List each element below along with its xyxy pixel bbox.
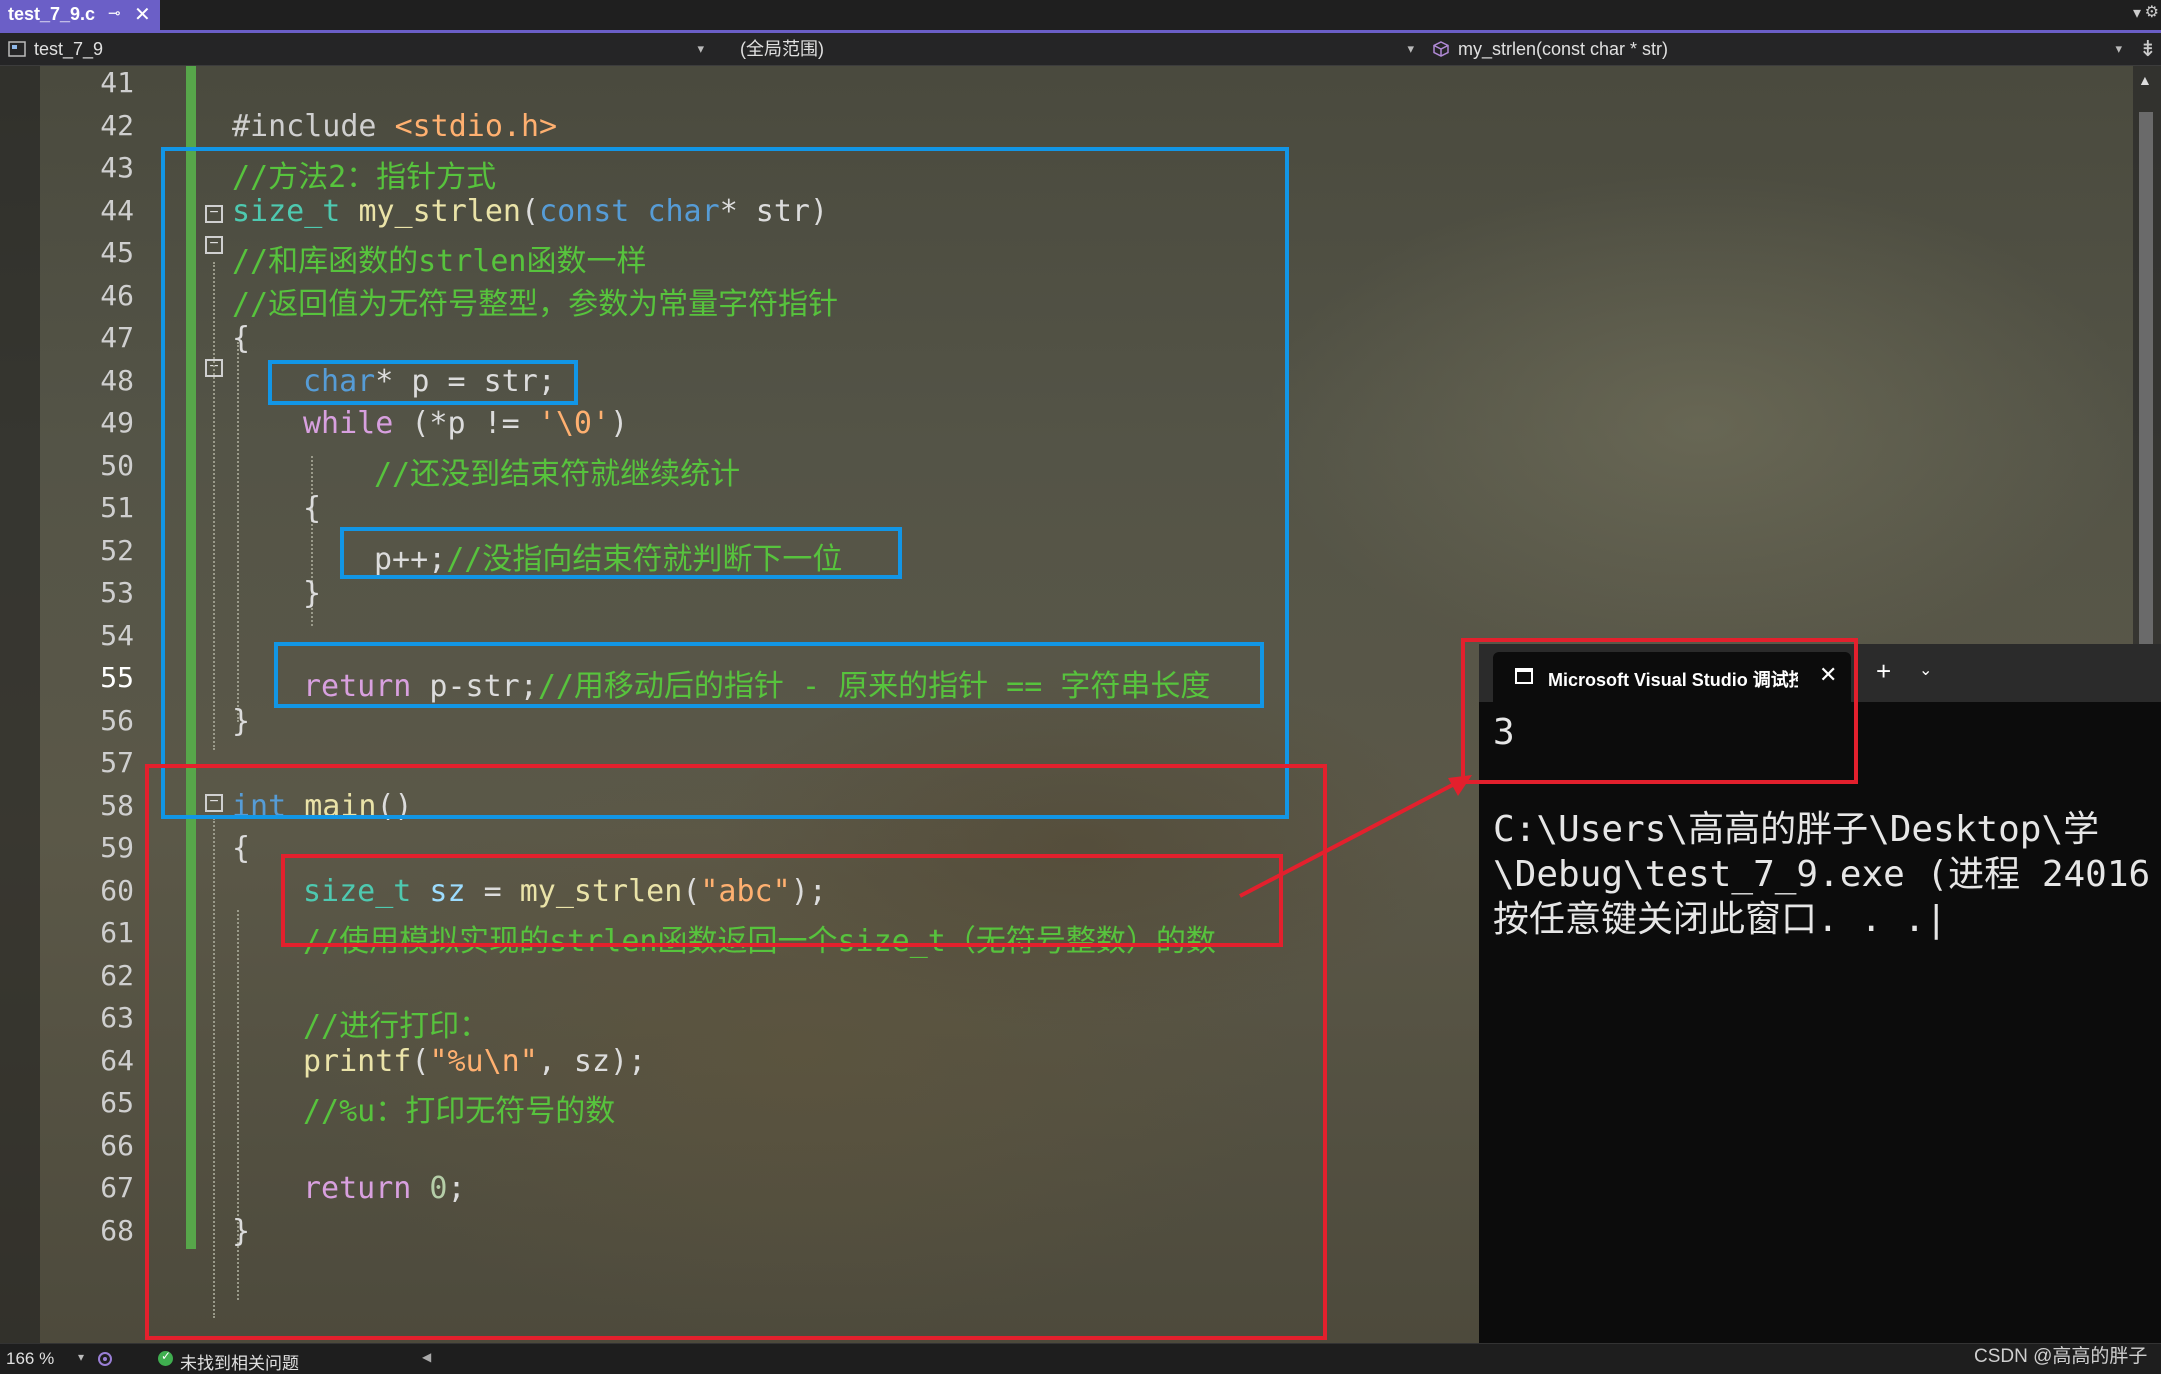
- line-number: 60: [100, 873, 134, 907]
- code-line-42: #include <stdio.h>: [232, 109, 558, 144]
- new-tab-button[interactable]: +: [1876, 656, 1891, 687]
- annotation-box-strlen-function: [161, 147, 1289, 819]
- line-number: 59: [100, 831, 134, 864]
- line-number: 67: [100, 1171, 134, 1204]
- scroll-up-icon[interactable]: ▲: [2138, 72, 2152, 88]
- line-number: 41: [100, 66, 134, 99]
- member-dropdown[interactable]: my_strlen(const char * str) ▾: [1424, 33, 2130, 65]
- annotation-box-call: [281, 854, 1283, 947]
- annotation-box-main-function: [145, 764, 1327, 1340]
- indicator-margin: [0, 66, 40, 1343]
- chevron-down-icon: ▾: [697, 41, 704, 56]
- line-number: 68: [100, 1213, 134, 1247]
- line-number: 63: [100, 1001, 134, 1034]
- gear-icon[interactable]: ⚙: [2145, 2, 2159, 22]
- split-window-icon[interactable]: ⇟: [2139, 33, 2157, 65]
- line-number: 56: [100, 703, 134, 737]
- pin-icon[interactable]: ⊸: [108, 4, 121, 22]
- line-number: 54: [100, 618, 134, 652]
- scroll-left-icon[interactable]: ◀: [422, 1350, 431, 1364]
- line-number: 47: [100, 321, 134, 354]
- line-number: 65: [100, 1086, 134, 1119]
- chevron-down-icon[interactable]: ▾: [78, 1350, 84, 1364]
- watermark: CSDN @高高的胖子: [1974, 1346, 2148, 1367]
- line-number: 62: [100, 958, 134, 992]
- console-output-line: 按任意键关闭此窗口. . .|: [1493, 899, 1948, 940]
- zoom-level[interactable]: 166 %: [6, 1349, 54, 1369]
- line-number: 57: [100, 746, 134, 779]
- line-number: 55: [100, 661, 134, 694]
- document-tab-strip: test_7_9.c ⊸ ✕ ▾ ⚙: [0, 0, 2161, 33]
- line-number: 49: [100, 406, 134, 439]
- line-number: 44: [100, 193, 134, 227]
- chevron-down-icon: ▾: [1407, 41, 1414, 56]
- scope-label: (全局范围): [740, 39, 824, 59]
- copilot-icon[interactable]: [96, 1351, 114, 1367]
- member-label: my_strlen(const char * str): [1458, 39, 1669, 59]
- line-number: 46: [100, 278, 134, 312]
- line-number: 61: [100, 916, 134, 949]
- annotation-box-return: [274, 642, 1264, 708]
- function-cube-icon: [1433, 41, 1449, 57]
- annotation-box-pointer-init: [268, 360, 578, 405]
- line-number: 53: [100, 576, 134, 609]
- line-number: 64: [100, 1043, 134, 1077]
- project-icon: [8, 41, 26, 57]
- project-label: test_7_9: [34, 39, 104, 59]
- chevron-down-icon: ▾: [2115, 41, 2122, 56]
- check-circle-icon: [158, 1349, 173, 1366]
- navigation-bar: test_7_9 ▾ (全局范围) ▾ my_strlen(const char…: [0, 33, 2161, 66]
- annotation-box-output: [1461, 638, 1858, 784]
- annotation-box-increment: [340, 527, 902, 579]
- line-number: 58: [100, 788, 134, 822]
- issues-status[interactable]: 未找到相关问题: [180, 1349, 299, 1374]
- tab-test-7-9-c[interactable]: test_7_9.c ⊸ ✕: [0, 0, 160, 30]
- line-number: 42: [100, 108, 134, 142]
- scope-dropdown[interactable]: (全局范围) ▾: [732, 33, 1422, 65]
- tab-list-dropdown-icon[interactable]: ▾: [2133, 3, 2141, 23]
- line-number: 66: [100, 1128, 134, 1162]
- line-number: 43: [100, 151, 134, 184]
- tab-title: test_7_9.c: [8, 4, 96, 24]
- line-number: 50: [100, 448, 134, 482]
- line-number: 45: [100, 236, 134, 269]
- line-number: 52: [100, 533, 134, 567]
- scrollbar-thumb[interactable]: [2139, 112, 2153, 672]
- close-tab-icon[interactable]: ✕: [134, 2, 151, 27]
- status-bar: 166 % ▾ 未找到相关问题 ◀: [0, 1343, 2161, 1374]
- line-number: 51: [100, 491, 134, 524]
- line-number: 48: [100, 363, 134, 397]
- chevron-down-icon[interactable]: ⌄: [1919, 660, 1932, 680]
- project-dropdown[interactable]: test_7_9 ▾: [0, 33, 712, 65]
